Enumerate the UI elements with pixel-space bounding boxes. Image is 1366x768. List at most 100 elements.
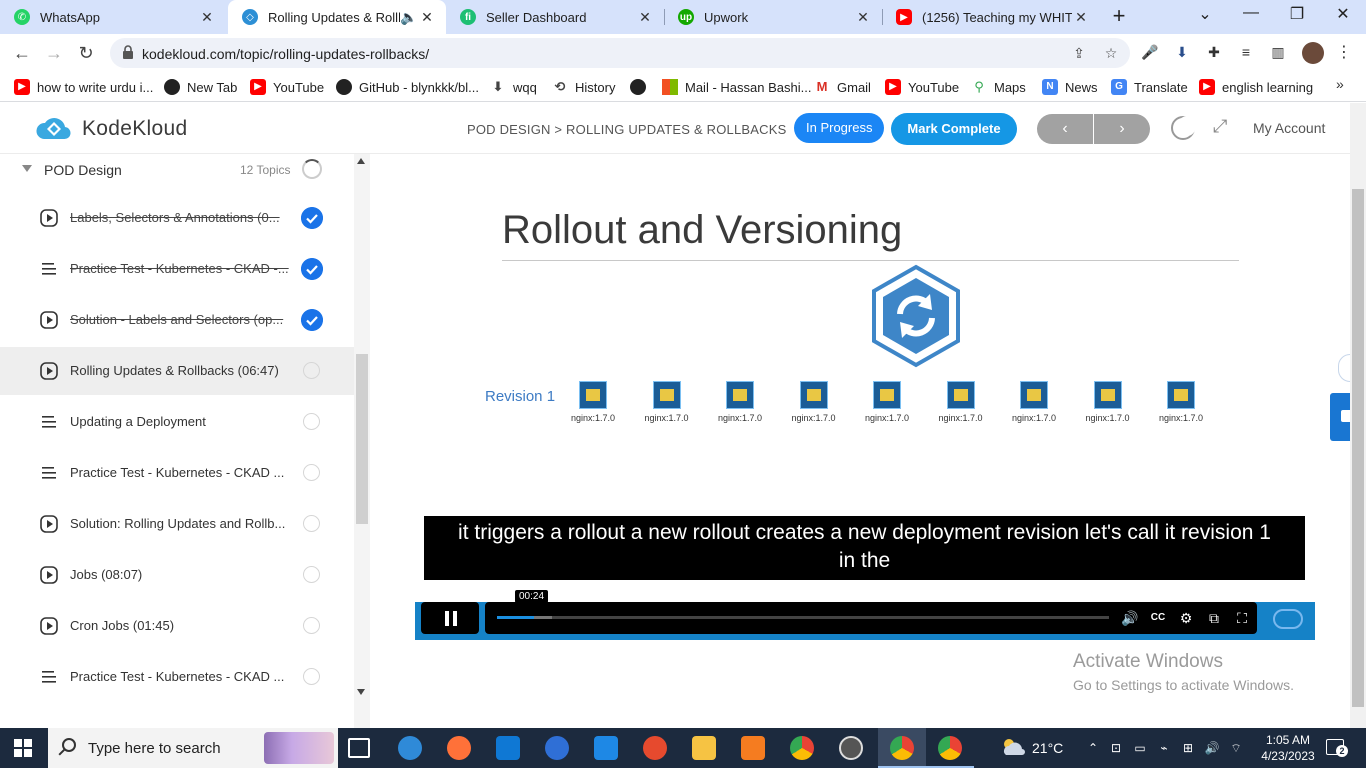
bookmark-item[interactable]: G Translate — [1111, 78, 1188, 96]
sidebar-topic-item[interactable]: Practice Test - Kubernetes - CKAD ... — [0, 449, 354, 497]
share-icon[interactable]: ⇪ — [1070, 44, 1088, 62]
scroll-up-icon[interactable] — [357, 158, 365, 164]
taskbar-search-box[interactable]: Type here to search — [48, 728, 338, 768]
tab-youtube[interactable]: ▶ (1256) Teaching my WHITE fr ✕ — [882, 0, 1100, 34]
new-tab-button[interactable]: + — [1108, 5, 1130, 27]
edge-icon[interactable] — [398, 736, 422, 760]
side-panel-icon[interactable]: ▥ — [1268, 42, 1288, 62]
minimize-button[interactable]: — — [1238, 4, 1264, 28]
more-bookmarks-icon[interactable]: » — [1336, 76, 1344, 92]
obs-icon[interactable] — [839, 736, 863, 760]
chrome-profile-h-icon[interactable] — [926, 736, 974, 768]
bookmark-item[interactable] — [630, 78, 653, 96]
mark-complete-button[interactable]: Mark Complete — [891, 113, 1017, 145]
collapse-arrow-icon[interactable] — [22, 165, 32, 172]
star-icon[interactable]: ☆ — [1102, 44, 1120, 62]
tab-kodekloud[interactable]: ◇ Rolling Updates & Rollb 🔈 ✕ — [228, 0, 446, 34]
display-icon[interactable]: ⊞ — [1180, 740, 1196, 756]
sidebar-scrollbar[interactable] — [354, 154, 370, 728]
picture-in-picture-icon[interactable]: ⧉ — [1204, 608, 1224, 628]
close-icon[interactable]: ✕ — [854, 9, 872, 26]
temperature[interactable]: 21°C — [1032, 740, 1063, 756]
extensions-icon[interactable]: ✚ — [1204, 42, 1224, 62]
next-topic-button[interactable]: › — [1094, 114, 1150, 144]
mail-icon[interactable] — [594, 736, 618, 760]
bookmark-item[interactable]: M Gmail — [814, 78, 871, 96]
my-account-link[interactable]: My Account — [1253, 120, 1325, 136]
close-icon[interactable]: ✕ — [1072, 9, 1090, 26]
address-bar[interactable]: kodekloud.com/topic/rolling-updates-roll… — [110, 38, 1130, 68]
speaker-icon[interactable]: 🔈 — [400, 9, 417, 26]
pc-icon[interactable]: ▭ — [1132, 740, 1148, 756]
sidebar-topic-item[interactable]: Practice Test - Kubernetes - CKAD -... — [0, 245, 354, 293]
media-control-icon[interactable]: ≡ — [1236, 42, 1256, 62]
show-hidden-icons-icon[interactable]: ⌃ — [1085, 740, 1101, 756]
settings-icon[interactable]: ⚙ — [1176, 608, 1196, 628]
reload-button[interactable]: ↻ — [74, 41, 98, 65]
sidebar-topic-item[interactable]: Rolling Updates & Rollbacks (06:47) — [0, 347, 354, 395]
bookmark-item[interactable]: New Tab — [164, 78, 237, 96]
scrollbar-thumb[interactable] — [1352, 189, 1364, 707]
sidebar-topic-item[interactable]: Solution: Rolling Updates and Rollb... — [0, 500, 354, 548]
expand-icon[interactable]: ⤢ — [1213, 116, 1227, 137]
tab-search-icon[interactable]: ⌄ — [1192, 4, 1218, 28]
notification-center-icon[interactable]: 2 — [1326, 739, 1348, 757]
forward-button[interactable]: → — [42, 41, 66, 65]
tab-upwork[interactable]: up Upwork ✕ — [664, 0, 882, 34]
kodekloud-logo[interactable]: KodeKloud — [34, 114, 187, 144]
seek-bar[interactable] — [497, 616, 1109, 619]
status-badge[interactable]: In Progress — [794, 113, 885, 143]
menu-icon[interactable]: ⋮ — [1336, 42, 1352, 62]
skype-icon[interactable] — [545, 736, 569, 760]
task-view-icon[interactable] — [348, 738, 370, 758]
firefox-icon[interactable] — [447, 736, 471, 760]
bookmark-item[interactable]: ⬇ wqq — [490, 78, 537, 96]
theme-toggle-icon[interactable] — [1171, 116, 1196, 140]
weather-cloud-icon[interactable] — [1000, 737, 1026, 757]
tab-seller-dashboard[interactable]: fi Seller Dashboard ✕ — [446, 0, 664, 34]
back-button[interactable]: ← — [10, 41, 34, 65]
bookmark-item[interactable]: N News — [1042, 78, 1098, 96]
bookmark-item[interactable]: ▶ english learning — [1199, 78, 1313, 96]
section-header[interactable]: POD Design 12 Topics — [0, 154, 354, 186]
taskbar-clock[interactable]: 1:05 AM 4/23/2023 — [1256, 732, 1320, 764]
chrome-icon[interactable] — [790, 736, 814, 760]
tab-whatsapp[interactable]: ✆ WhatsApp ✕ — [0, 0, 226, 34]
fullscreen-icon[interactable]: ⛶ — [1232, 608, 1252, 628]
scroll-down-icon[interactable] — [357, 689, 365, 695]
bookmark-item[interactable]: ⟲ History — [552, 78, 616, 96]
bookmark-item[interactable]: ▶ YouTube — [250, 78, 324, 96]
snail-app-icon[interactable] — [643, 736, 667, 760]
bookmark-item[interactable]: ▶ YouTube — [885, 78, 959, 96]
previous-topic-button[interactable]: ‹ — [1037, 114, 1093, 144]
microsoft-store-icon[interactable] — [496, 736, 520, 760]
pause-button[interactable] — [421, 602, 479, 634]
sidebar-topic-item[interactable]: Practice Test - Kubernetes - CKAD ... — [0, 653, 354, 701]
close-icon[interactable]: ✕ — [418, 9, 436, 26]
close-icon[interactable]: ✕ — [636, 9, 654, 26]
sidebar-topic-item[interactable]: Solution - Labels and Selectors (op... — [0, 296, 354, 344]
sidebar-topic-item[interactable]: Cron Jobs (01:45) — [0, 602, 354, 650]
file-explorer-icon[interactable] — [692, 736, 716, 760]
bookmark-item[interactable]: Mail - Hassan Bashi... — [662, 78, 811, 96]
sidebar-topic-item[interactable]: Updating a Deployment — [0, 398, 354, 446]
volume-icon[interactable]: 🔊 — [1204, 740, 1220, 756]
page-scrollbar[interactable] — [1350, 103, 1366, 728]
bookmark-item[interactable]: ▶ how to write urdu i... — [14, 78, 153, 96]
scrollbar-thumb[interactable] — [356, 354, 368, 524]
restore-button[interactable]: ❐ — [1284, 4, 1310, 28]
close-icon[interactable]: ✕ — [198, 9, 216, 26]
usb-icon[interactable]: ⌁ — [1156, 740, 1172, 756]
wifi-icon[interactable]: ⌔ — [1228, 740, 1244, 756]
close-window-button[interactable]: ✕ — [1330, 4, 1356, 28]
bookmark-item[interactable]: ⚲ Maps — [971, 78, 1026, 96]
sidebar-topic-item[interactable]: Jobs (08:07) — [0, 551, 354, 599]
volume-icon[interactable]: 🔊 — [1120, 608, 1140, 628]
bookmark-item[interactable]: GitHub - blynkkk/bl... — [336, 78, 479, 96]
app-icon[interactable] — [741, 736, 765, 760]
windows-start-icon[interactable] — [14, 739, 32, 757]
sidebar-topic-item[interactable]: Labels, Selectors & Annotations (0... — [0, 194, 354, 242]
microphone-icon[interactable]: 🎤 — [1140, 42, 1160, 62]
network-icon[interactable]: ⊡ — [1108, 740, 1124, 756]
extension-download-icon[interactable]: ⬇ — [1172, 42, 1192, 62]
